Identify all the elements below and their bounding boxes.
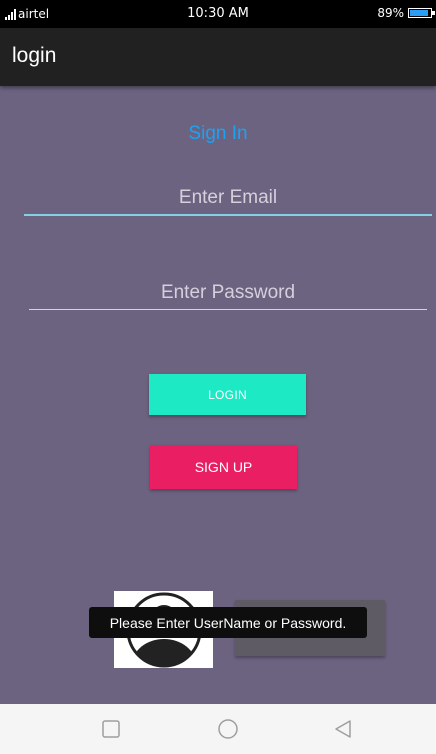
status-time: 10:30 AM	[187, 6, 249, 21]
navigation-bar	[0, 704, 436, 754]
status-right: 89%	[377, 6, 435, 20]
battery-fill	[410, 10, 428, 16]
battery-cap	[432, 11, 435, 15]
toast-message: Please Enter UserName or Password.	[89, 607, 367, 638]
password-field[interactable]	[29, 276, 427, 310]
sign-up-button[interactable]: SIGN UP	[150, 445, 297, 489]
login-form: Sign In LOGIN SIGN UP ADMIN Please Enter…	[0, 86, 436, 704]
recents-square-icon[interactable]	[96, 714, 126, 744]
back-triangle-icon[interactable]	[328, 714, 358, 744]
back-triangle-icon-svg	[335, 720, 351, 738]
recents-square-icon-svg	[102, 720, 120, 738]
home-circle-icon-svg	[218, 719, 238, 739]
battery-percent: 89%	[377, 6, 404, 20]
email-field[interactable]	[24, 182, 432, 216]
app-bar-title: login	[12, 44, 57, 67]
status-bar: airtel 10:30 AM 89%	[0, 0, 436, 28]
login-button[interactable]: LOGIN	[149, 374, 306, 415]
home-circle-icon[interactable]	[213, 714, 243, 744]
app-bar: login	[0, 28, 436, 86]
sign-in-heading: Sign In	[188, 123, 248, 144]
battery-icon	[408, 8, 435, 18]
